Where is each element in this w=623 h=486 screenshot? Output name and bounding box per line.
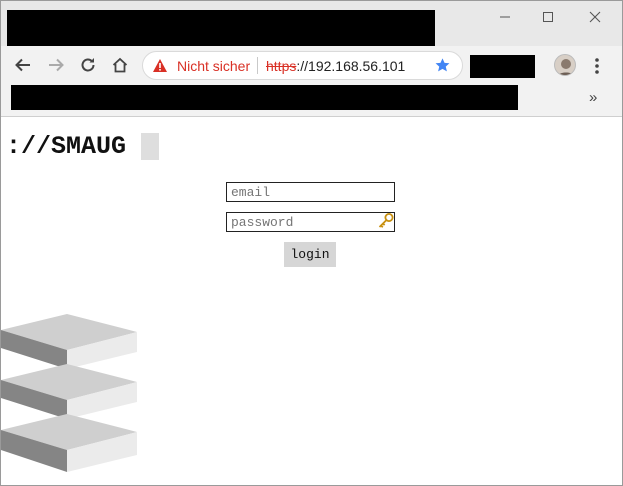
- arrow-left-icon: [15, 58, 30, 72]
- avatar[interactable]: [554, 54, 576, 76]
- arrow-right-icon: [49, 58, 64, 72]
- warning-icon: [153, 59, 167, 72]
- reload-button[interactable]: [74, 51, 102, 79]
- url-host: ://192.168.56.101: [296, 58, 406, 74]
- security-label[interactable]: Nicht sicher: [177, 58, 250, 74]
- more-bookmarks-chevron[interactable]: »: [589, 89, 597, 106]
- url-text[interactable]: https://192.168.56.101: [266, 58, 405, 74]
- password-field[interactable]: [226, 212, 395, 232]
- cursor-block: [141, 133, 159, 160]
- block-bottom: [1, 414, 137, 472]
- kebab-menu-icon: [595, 58, 599, 74]
- close-button[interactable]: [572, 5, 618, 29]
- login-button[interactable]: login: [284, 242, 336, 267]
- email-field[interactable]: [226, 182, 395, 202]
- stacked-blocks-graphic: [1, 314, 137, 472]
- redacted-extension[interactable]: [470, 55, 535, 78]
- block-top: [1, 314, 137, 369]
- menu-button[interactable]: [589, 55, 605, 77]
- bookmarks-bar: »: [1, 84, 622, 117]
- redacted-bookmarks[interactable]: [11, 85, 518, 110]
- minimize-icon: [500, 16, 510, 18]
- key-icon[interactable]: [377, 212, 395, 230]
- page-content: ://SMAUG login: [1, 117, 622, 485]
- home-icon: [112, 57, 128, 73]
- title-bar: [1, 1, 622, 46]
- home-button[interactable]: [106, 51, 134, 79]
- address-bar[interactable]: Nicht sicher https://192.168.56.101: [142, 51, 463, 80]
- reload-icon: [81, 58, 95, 72]
- block-middle: [1, 364, 137, 419]
- maximize-button[interactable]: [525, 5, 571, 29]
- star-icon[interactable]: [434, 57, 451, 74]
- maximize-icon: [543, 12, 553, 22]
- site-logo-text: ://SMAUG: [6, 132, 127, 161]
- omnibox-divider: [257, 57, 258, 74]
- minimize-button[interactable]: [482, 5, 528, 29]
- redacted-tab[interactable]: [7, 10, 435, 46]
- browser-window: Nicht sicher https://192.168.56.101 » :/…: [0, 0, 623, 486]
- url-scheme: https: [266, 58, 297, 74]
- forward-button[interactable]: [42, 51, 70, 79]
- back-button[interactable]: [9, 51, 37, 79]
- close-icon: [589, 11, 601, 23]
